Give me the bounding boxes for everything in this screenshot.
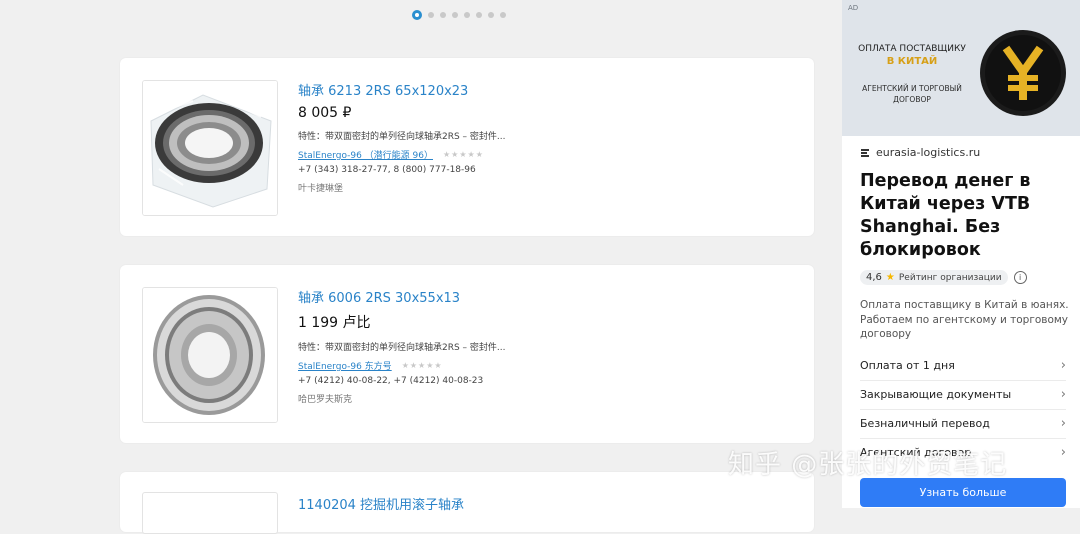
- banner-line3: АГЕНТСКИЙ И ТОРГОВЫЙ ДОГОВОР: [862, 84, 962, 104]
- product-price: 8 005 ₽: [298, 105, 352, 121]
- domain-icon: [861, 148, 869, 157]
- seller-phones: +7 (4212) 40-08-22, +7 (4212) 40-08-23: [298, 376, 484, 386]
- sitelink-label: Безналичный перевод: [860, 417, 990, 430]
- ad-description: Оплата поставщику в Китай в юанях. Работ…: [860, 299, 1069, 340]
- divider: [860, 409, 1066, 410]
- product-card: 轴承 6213 2RS 65x120x23 8 005 ₽ 特性：带双面密封的单…: [120, 58, 814, 236]
- rating-value: 4,6: [866, 272, 882, 283]
- product-title[interactable]: 轴承 6213 2RS 65x120x23: [298, 80, 778, 99]
- banner-line1: ОПЛАТА ПОСТАВЩИКУ: [858, 44, 966, 54]
- chevron-right-icon: ›: [1060, 358, 1066, 373]
- product-title[interactable]: 轴承 6006 2RS 30x55x13: [298, 287, 778, 306]
- product-description: 特性：带双面密封的单列径向球轴承2RS – 密封件...: [298, 132, 506, 142]
- rating-stars: ★★★★★: [401, 361, 443, 370]
- carousel-dot[interactable]: [488, 12, 494, 18]
- product-card: 轴承 6006 2RS 30x55x13 1 199 卢比 特性：带双面密封的单…: [120, 265, 814, 443]
- ad-sitelink[interactable]: Закрывающие документы ›: [860, 387, 1066, 402]
- product-card: 1140204 挖掘机用滚子轴承: [120, 472, 814, 534]
- ad-sitelink[interactable]: Безналичный перевод ›: [860, 416, 1066, 431]
- chevron-right-icon: ›: [1060, 445, 1066, 460]
- product-image[interactable]: [142, 492, 278, 534]
- carousel-dot[interactable]: [500, 12, 506, 18]
- divider: [860, 380, 1066, 381]
- ad-banner[interactable]: AD ОПЛАТА ПОСТАВЩИКУ В КИТАЙ АГЕНТСКИЙ И…: [842, 0, 1080, 136]
- carousel-dots: [412, 10, 506, 20]
- product-title[interactable]: 1140204 挖掘机用滚子轴承: [298, 494, 778, 513]
- rating-stars: ★★★★★: [443, 150, 484, 159]
- sitelink-label: Оплата от 1 дня: [860, 359, 955, 372]
- ad-headline[interactable]: Перевод денег в Китай через VTB Shanghai…: [860, 170, 1070, 262]
- chevron-right-icon: ›: [1060, 416, 1066, 431]
- seller-link[interactable]: StalEnergo-96 东方号: [298, 359, 392, 372]
- carousel-dot[interactable]: [412, 10, 422, 20]
- product-price: 1 199 卢比: [298, 315, 371, 331]
- carousel-dot[interactable]: [452, 12, 458, 18]
- learn-more-button[interactable]: Узнать больше: [860, 478, 1066, 507]
- ad-panel: AD ОПЛАТА ПОСТАВЩИКУ В КИТАЙ АГЕНТСКИЙ И…: [842, 0, 1080, 508]
- product-image[interactable]: [142, 287, 278, 423]
- ad-sitelink[interactable]: Оплата от 1 дня ›: [860, 358, 1066, 373]
- carousel-dot[interactable]: [440, 12, 446, 18]
- sitelink-label: Закрывающие документы: [860, 388, 1012, 401]
- search-results-area: 轴承 6213 2RS 65x120x23 8 005 ₽ 特性：带双面密封的单…: [0, 0, 842, 534]
- carousel-dot[interactable]: [428, 12, 434, 18]
- rating-label: Рейтинг организации: [898, 272, 1002, 283]
- info-icon[interactable]: i: [1013, 271, 1027, 284]
- seller-link[interactable]: StalEnergo-96 （潜行能源 96）: [298, 148, 433, 161]
- product-image[interactable]: [142, 80, 278, 216]
- ad-label: AD: [848, 4, 859, 12]
- carousel-dot[interactable]: [476, 12, 482, 18]
- product-description: 特性：带双面密封的单列径向球轴承2RS – 密封件...: [298, 343, 506, 353]
- seller-city: 叶卡捷琳堡: [298, 184, 344, 194]
- watermark: 知乎 @张张的外贸笔记: [728, 450, 1008, 480]
- carousel-dot[interactable]: [464, 12, 470, 18]
- banner-line2: В КИТАЙ: [886, 56, 938, 67]
- divider: [860, 438, 1066, 439]
- rating-badge[interactable]: 4,6 ★ Рейтинг организации: [860, 270, 1008, 285]
- ad-domain[interactable]: eurasia-logistics.ru: [876, 146, 980, 159]
- chevron-right-icon: ›: [1060, 387, 1066, 402]
- star-icon: ★: [885, 272, 895, 283]
- seller-phones: +7 (343) 318-27-77, 8 (800) 777-18-96: [298, 165, 476, 175]
- yen-coin-icon: [978, 28, 1068, 118]
- seller-city: 哈巴罗夫斯克: [298, 395, 353, 405]
